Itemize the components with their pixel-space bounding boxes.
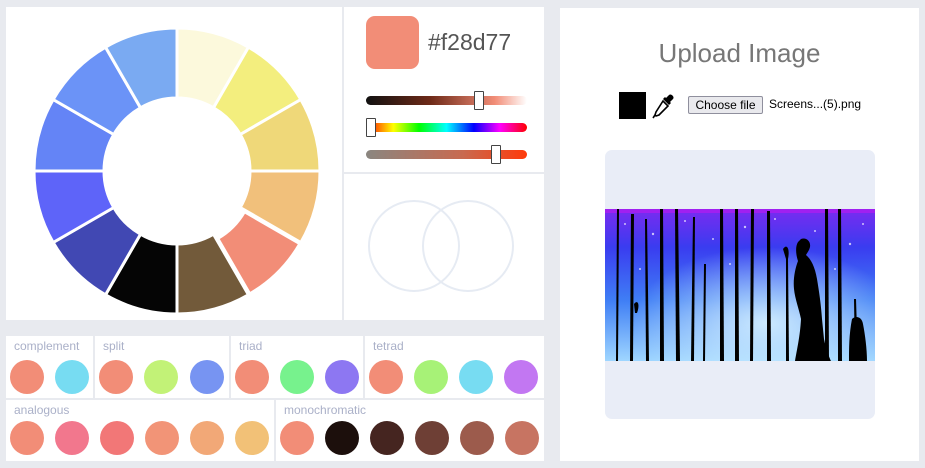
harmony-swatch[interactable] <box>99 360 133 394</box>
harmony-swatch[interactable] <box>459 360 493 394</box>
harmony-swatch[interactable] <box>10 360 44 394</box>
harmony-swatch[interactable] <box>370 421 404 455</box>
harmony-swatch[interactable] <box>460 421 494 455</box>
uploaded-image-frame[interactable] <box>605 150 875 419</box>
color-wheel-panel <box>6 7 342 320</box>
hue-slider-handle[interactable] <box>365 118 376 137</box>
harmony-split: split <box>95 336 229 398</box>
harmony-swatch[interactable] <box>235 421 269 455</box>
choose-file-button[interactable]: Choose file <box>688 96 763 114</box>
harmony-triad: triad <box>231 336 363 398</box>
lightness-slider[interactable] <box>366 91 527 110</box>
picked-color-swatch <box>619 92 646 119</box>
harmony-swatch[interactable] <box>10 421 44 455</box>
harmony-tetrad: tetrad <box>365 336 544 398</box>
blend-panel <box>344 174 544 320</box>
eyedropper-icon[interactable] <box>652 93 676 119</box>
color-picker-panel: #f28d77 <box>344 7 544 172</box>
uploaded-image[interactable] <box>605 209 875 361</box>
harmony-swatch[interactable] <box>145 421 179 455</box>
saturation-slider[interactable] <box>366 145 527 164</box>
saturation-slider-handle[interactable] <box>491 145 502 164</box>
upload-title: Upload Image <box>658 38 821 68</box>
blend-circles <box>368 200 514 292</box>
harmony-swatch[interactable] <box>325 360 359 394</box>
harmony-complement: complement <box>6 336 93 398</box>
harmony-swatch[interactable] <box>190 360 224 394</box>
harmony-swatch[interactable] <box>190 421 224 455</box>
hex-value: #f28d77 <box>428 29 512 55</box>
harmony-label: triad <box>239 339 263 353</box>
harmony-swatch[interactable] <box>55 360 89 394</box>
harmony-swatch[interactable] <box>369 360 403 394</box>
hue-slider[interactable] <box>365 118 527 137</box>
harmony-label: complement <box>14 339 80 353</box>
harmony-swatch[interactable] <box>505 421 539 455</box>
harmony-swatch[interactable] <box>100 421 134 455</box>
harmony-analogous: analogous <box>6 400 274 461</box>
harmony-label: split <box>103 339 125 353</box>
harmony-swatch[interactable] <box>415 421 449 455</box>
upload-panel: Upload Image Choose file Screens...(5).p… <box>560 8 919 461</box>
harmony-swatch[interactable] <box>144 360 178 394</box>
harmony-monochromatic: monochromatic <box>276 400 544 461</box>
color-wheel[interactable] <box>6 7 342 320</box>
current-color-swatch <box>366 16 419 69</box>
harmony-label: monochromatic <box>284 403 367 417</box>
lightness-slider-handle[interactable] <box>473 91 484 110</box>
harmony-swatch[interactable] <box>280 421 314 455</box>
harmony-label: tetrad <box>373 339 404 353</box>
harmony-swatch[interactable] <box>55 421 89 455</box>
blend-circle-left <box>368 200 460 292</box>
harmony-label: analogous <box>14 403 70 417</box>
harmony-swatch[interactable] <box>280 360 314 394</box>
selected-file-name: Screens...(5).png <box>769 97 862 111</box>
blend-circle-right <box>422 200 514 292</box>
harmony-swatch[interactable] <box>504 360 538 394</box>
harmony-swatch[interactable] <box>235 360 269 394</box>
harmony-swatch[interactable] <box>414 360 448 394</box>
harmony-swatch[interactable] <box>325 421 359 455</box>
